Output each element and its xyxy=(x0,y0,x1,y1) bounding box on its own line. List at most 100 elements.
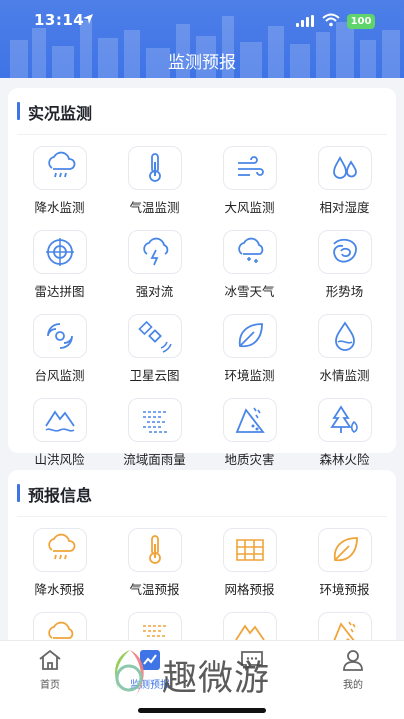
live-tile[interactable]: 形势场 xyxy=(297,230,392,299)
typhoon-icon xyxy=(46,323,73,349)
tile-label: 气温预报 xyxy=(129,582,180,597)
live-tile[interactable]: 强对流 xyxy=(107,230,202,299)
header: 13:14 100 监测预报 xyxy=(0,0,404,78)
divider xyxy=(17,516,387,517)
radar-icon xyxy=(45,238,74,266)
landslide-icon xyxy=(235,407,265,433)
live-tile[interactable]: 大风监测 xyxy=(202,146,297,215)
live-tile[interactable]: 雷达拼图 xyxy=(12,230,107,299)
icon-box xyxy=(222,146,277,190)
tile-label: 地质灾害 xyxy=(224,452,275,467)
thermometer-icon xyxy=(148,153,161,182)
icon-box xyxy=(127,230,182,274)
leaf-icon xyxy=(333,537,358,562)
water-drop-icon xyxy=(334,321,355,351)
rain-cloud-icon xyxy=(47,533,75,560)
forest-fire-icon xyxy=(329,405,358,433)
forecast-info-card: 预报信息 降水预报 气温预报 网格预报 环境预报 xyxy=(8,470,396,660)
thermometer-icon xyxy=(148,535,161,564)
tab-label: 首页 xyxy=(40,680,60,691)
forecast-tile[interactable]: 网格预报 xyxy=(202,528,297,597)
section-accent-bar xyxy=(17,484,20,502)
live-tile[interactable]: 水情监测 xyxy=(297,314,392,383)
icon-box xyxy=(32,528,87,572)
cellular-signal-icon xyxy=(296,15,314,27)
live-monitoring-grid: 降水监测 气温监测 大风监测 相对湿度雷达拼图 强对流 冰雪天气 形势场台风监测 卫星云图 环境… xyxy=(12,146,392,467)
tile-label: 雷达拼图 xyxy=(34,284,85,299)
watermark-text: 趣微游 xyxy=(162,659,271,699)
tile-label: 降水预报 xyxy=(34,582,85,597)
icon-box xyxy=(32,398,87,442)
tile-label: 相对湿度 xyxy=(319,200,370,215)
icon-box xyxy=(127,528,182,572)
live-tile[interactable]: 台风监测 xyxy=(12,314,107,383)
satellite-icon xyxy=(137,320,172,353)
watermark-logo-icon xyxy=(115,650,144,696)
live-tile[interactable]: 降水监测 xyxy=(12,146,107,215)
section-title: 实况监测 xyxy=(28,104,93,123)
icon-box xyxy=(222,398,277,442)
section-title: 预报信息 xyxy=(28,486,93,505)
page-title: 监测预报 xyxy=(168,53,236,73)
live-tile[interactable]: 流域面雨量 xyxy=(107,398,202,467)
live-monitoring-card: 实况监测 降水监测 气温监测 大风监测 相对湿度雷达拼图 强对流 冰雪天气 形势场台风监测 卫… xyxy=(8,88,396,467)
tile-label: 山洪风险 xyxy=(34,452,85,467)
tile-label: 形势场 xyxy=(325,284,364,299)
wind-icon xyxy=(237,156,264,176)
grid-map-icon xyxy=(235,539,264,561)
icon-box xyxy=(317,230,372,274)
tile-label: 网格预报 xyxy=(224,582,275,597)
tile-label: 强对流 xyxy=(135,284,174,299)
live-tile[interactable]: 冰雪天气 xyxy=(202,230,297,299)
forecast-tile[interactable]: 降水预报 xyxy=(12,528,107,597)
live-tile[interactable]: 卫星云图 xyxy=(107,314,202,383)
forecast-tile[interactable]: 环境预报 xyxy=(297,528,392,597)
icon-box xyxy=(127,314,182,358)
icon-box xyxy=(222,314,277,358)
divider xyxy=(17,134,387,135)
flash-flood-icon xyxy=(44,410,75,432)
section-accent-bar xyxy=(17,102,20,120)
live-tile[interactable]: 相对湿度 xyxy=(297,146,392,215)
live-tile[interactable]: 森林火险 xyxy=(297,398,392,467)
icon-box xyxy=(127,146,182,190)
profile-icon xyxy=(343,650,363,671)
icon-box xyxy=(127,398,182,442)
live-tile[interactable]: 气温监测 xyxy=(107,146,202,215)
humidity-drops-icon xyxy=(332,156,357,179)
tile-label: 水情监测 xyxy=(319,368,370,383)
icon-box xyxy=(222,528,277,572)
tile-label: 森林火险 xyxy=(319,452,370,467)
tile-label: 环境预报 xyxy=(319,582,370,597)
battery-indicator: 100 xyxy=(347,14,375,29)
tile-label: 台风监测 xyxy=(34,368,85,383)
tile-label: 环境监测 xyxy=(224,368,275,383)
pressure-field-icon xyxy=(332,238,357,263)
live-tile[interactable]: 地质灾害 xyxy=(202,398,297,467)
icon-box xyxy=(32,146,87,190)
watermark: 趣微游 xyxy=(104,646,334,704)
icon-box xyxy=(222,230,277,274)
tile-label: 流域面雨量 xyxy=(123,452,186,467)
icon-box xyxy=(317,314,372,358)
live-tile[interactable]: 环境监测 xyxy=(202,314,297,383)
tile-label: 卫星云图 xyxy=(129,368,180,383)
status-bar: 13:14 100 xyxy=(0,0,404,42)
icon-box xyxy=(317,146,372,190)
tab-home[interactable]: 首页 xyxy=(20,647,80,691)
live-tile[interactable]: 山洪风险 xyxy=(12,398,107,467)
icon-box xyxy=(32,230,87,274)
rain-cloud-icon xyxy=(47,151,75,178)
home-icon xyxy=(39,649,61,670)
wifi-icon xyxy=(322,13,340,27)
tile-label: 大风监测 xyxy=(224,200,275,215)
clock: 13:14 xyxy=(34,11,85,29)
home-indicator xyxy=(138,708,266,713)
thunderstorm-icon xyxy=(142,237,168,266)
icon-box xyxy=(317,528,372,572)
leaf-icon xyxy=(238,323,263,348)
forecast-tile[interactable]: 气温预报 xyxy=(107,528,202,597)
icon-box xyxy=(317,398,372,442)
icon-box xyxy=(32,314,87,358)
tile-label: 气温监测 xyxy=(129,200,180,215)
